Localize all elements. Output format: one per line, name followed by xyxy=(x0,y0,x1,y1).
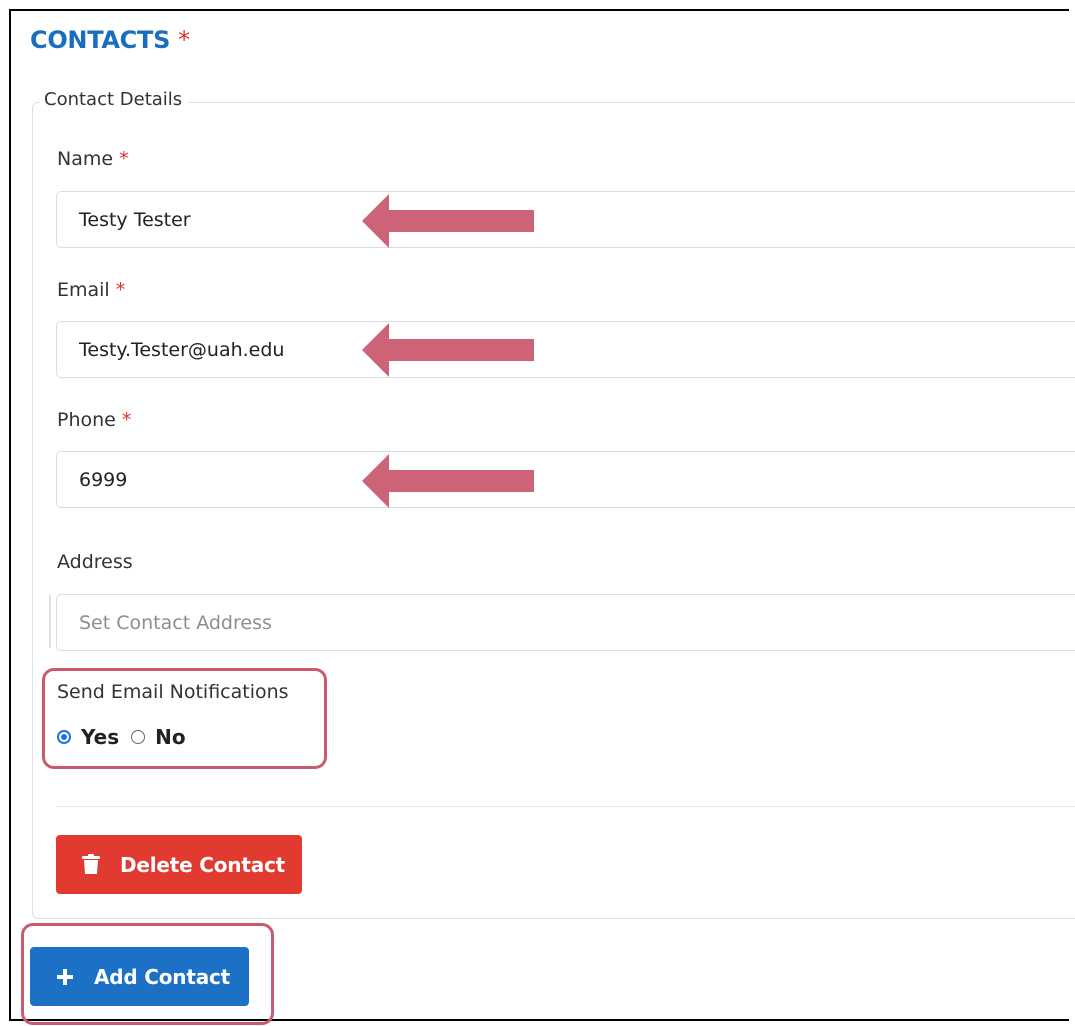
phone-input[interactable]: 6999 xyxy=(56,451,1075,508)
required-marker: * xyxy=(119,148,129,170)
address-label: Address xyxy=(57,551,133,573)
name-label-text: Name xyxy=(57,148,114,170)
name-input[interactable]: Testy Tester xyxy=(56,191,1075,248)
annotation-arrow-icon xyxy=(362,194,534,248)
section-title: CONTACTS * xyxy=(30,26,190,54)
required-marker: * xyxy=(115,279,126,301)
divider xyxy=(56,806,1075,807)
phone-label-text: Phone xyxy=(57,409,116,431)
notifications-label: Send Email Notifications xyxy=(57,681,289,703)
delete-contact-label: Delete Contact xyxy=(120,852,286,877)
email-label-text: Email xyxy=(57,279,110,301)
required-marker: * xyxy=(121,409,132,431)
radio-no[interactable] xyxy=(131,730,146,744)
fieldset-legend: Contact Details xyxy=(40,89,189,110)
phone-label: Phone * xyxy=(57,409,131,431)
annotation-arrow-icon xyxy=(362,454,534,508)
add-contact-button[interactable]: Add Contact xyxy=(30,947,249,1006)
radio-yes[interactable] xyxy=(57,730,71,744)
add-contact-label: Add Contact xyxy=(94,964,231,989)
email-input[interactable]: Testy.Tester@uah.edu xyxy=(56,321,1075,378)
radio-yes-label[interactable]: Yes xyxy=(81,725,119,749)
name-label: Name * xyxy=(57,148,129,170)
required-marker: * xyxy=(178,26,190,54)
address-input-accent xyxy=(49,595,51,648)
trash-icon xyxy=(82,854,100,875)
address-input[interactable]: Set Contact Address xyxy=(56,594,1075,651)
email-label: Email * xyxy=(57,279,125,301)
radio-no-label[interactable]: No xyxy=(155,725,185,749)
plus-icon xyxy=(56,968,74,986)
annotation-arrow-icon xyxy=(362,323,534,377)
notifications-radio-group: Yes No xyxy=(57,725,186,749)
delete-contact-button[interactable]: Delete Contact xyxy=(56,835,302,894)
section-title-text: CONTACTS xyxy=(30,26,171,54)
